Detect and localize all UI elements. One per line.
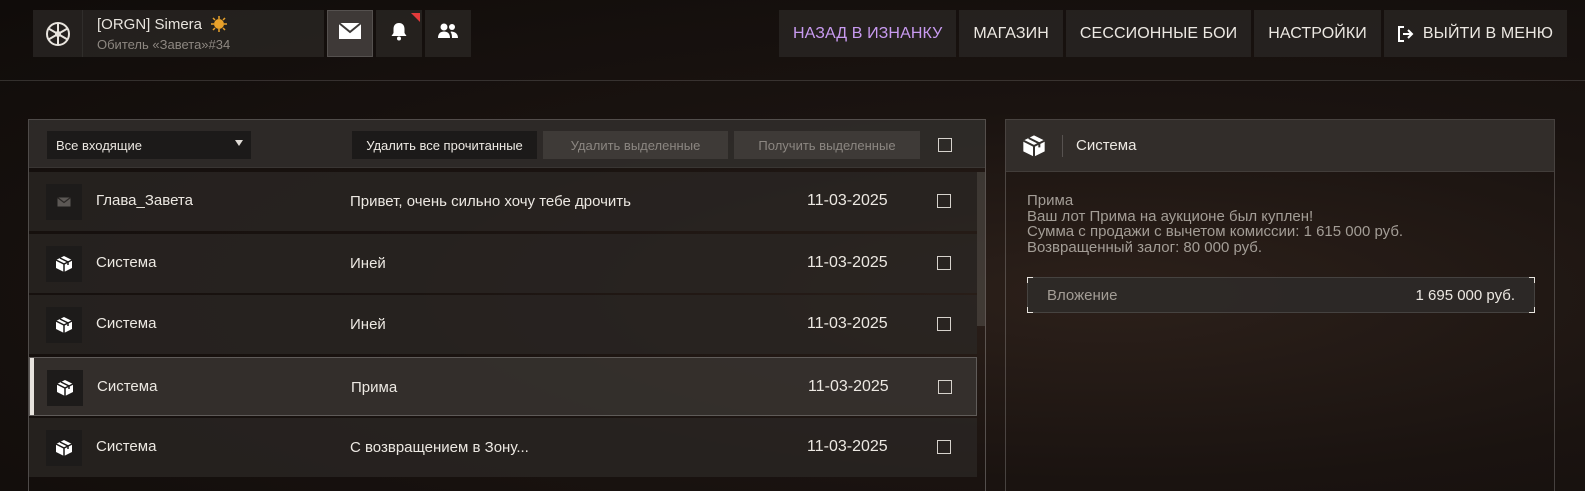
mail-subject: Привет, очень сильно хочу тебе дрочить <box>350 193 631 210</box>
mail-icon <box>338 22 362 45</box>
box-icon <box>47 369 83 406</box>
notifications-button[interactable] <box>376 10 422 57</box>
mail-filter-value: Все входящие <box>56 137 143 153</box>
chevron-down-icon <box>235 140 243 146</box>
mail-row-selected[interactable]: Система Прима 11-03-2025 <box>29 356 977 416</box>
notification-indicator <box>411 13 420 22</box>
exit-to-menu-button[interactable]: ВЫЙТИ В МЕНЮ <box>1383 10 1567 57</box>
mail-date: 11-03-2025 <box>808 377 889 395</box>
mail-sender: Система <box>96 315 157 332</box>
delete-read-button[interactable]: Удалить все прочитанные <box>352 131 537 159</box>
header-separator <box>1062 134 1063 157</box>
attachment-label: Вложение <box>1047 286 1118 304</box>
mail-subject: С возвращением в Зону... <box>350 439 529 456</box>
settings-button[interactable]: НАСТРОЙКИ <box>1254 10 1381 57</box>
mail-date: 11-03-2025 <box>807 315 888 332</box>
attachment-value: 1 695 000 руб. <box>1415 286 1516 304</box>
corner-mark <box>1027 277 1033 283</box>
profile-card[interactable]: [ORGN] Simera Обитель «Завета»#34 <box>33 10 324 57</box>
message-body: Прима Ваш лот Прима на аукционе был купл… <box>1006 172 1554 255</box>
mail-row-checkbox[interactable] <box>938 379 952 394</box>
exit-icon <box>1397 25 1414 42</box>
mail-row[interactable]: Глава_Завета Привет, очень сильно хочу т… <box>29 172 977 231</box>
corner-mark <box>1529 307 1535 313</box>
mail-sender: Система <box>96 438 157 455</box>
message-sender: Система <box>1076 137 1137 154</box>
mail-rows: Глава_Завета Привет, очень сильно хочу т… <box>29 172 977 480</box>
box-icon <box>46 245 82 282</box>
friends-button[interactable] <box>425 10 471 57</box>
main-nav: НАЗАД В ИЗНАНКУ МАГАЗИН СЕССИОННЫЕ БОИ Н… <box>778 10 1567 57</box>
exit-to-menu-label: ВЫЙТИ В МЕНЮ <box>1422 24 1553 42</box>
shop-button[interactable]: МАГАЗИН <box>959 10 1063 57</box>
message-line: Прима <box>1027 192 1074 209</box>
delete-selected-button[interactable]: Удалить выделенные <box>543 131 728 159</box>
mail-subject: Иней <box>350 316 386 333</box>
receive-selected-button[interactable]: Получить выделенные <box>734 131 920 159</box>
mail-sender: Система <box>97 377 158 395</box>
mail-row[interactable]: Система Иней 11-03-2025 <box>29 295 977 354</box>
mail-date: 11-03-2025 <box>807 192 888 209</box>
mail-filter-select[interactable]: Все входящие <box>47 131 251 159</box>
mail-date: 11-03-2025 <box>807 438 888 455</box>
clan-logo-icon <box>33 10 83 57</box>
message-header: Система <box>1006 120 1554 172</box>
attachment-box[interactable]: Вложение 1 695 000 руб. <box>1027 277 1535 313</box>
mail-toolbar: Все входящие Удалить все прочитанные Уда… <box>29 120 985 168</box>
mail-date: 11-03-2025 <box>807 253 888 271</box>
message-line: Ваш лот Прима на аукционе был куплен! <box>1027 207 1314 225</box>
mail-subject: Прима <box>351 378 398 396</box>
mail-row[interactable]: Система С возвращением в Зону... 11-03-2… <box>29 418 977 477</box>
mail-sender: Система <box>96 253 157 271</box>
message-detail-panel: Система Прима Ваш лот Прима на аукционе … <box>1005 119 1555 491</box>
message-line: Возвращенный залог: 80 000 руб. <box>1027 238 1263 256</box>
envelope-icon <box>46 184 82 220</box>
mail-row[interactable]: Система Иней 11-03-2025 <box>29 233 977 293</box>
mail-row-checkbox[interactable] <box>937 317 951 331</box>
mail-button[interactable] <box>327 10 373 57</box>
player-name: [ORGN] Simera <box>97 15 203 33</box>
mail-subject: Иней <box>350 254 386 272</box>
corner-mark <box>1027 307 1033 313</box>
header-divider <box>0 80 1585 81</box>
rank-badge-icon <box>210 15 228 33</box>
bell-icon <box>389 21 409 46</box>
box-icon <box>46 430 82 466</box>
mail-row-checkbox[interactable] <box>937 255 951 270</box>
mail-sender: Глава_Завета <box>96 192 193 209</box>
mail-list-scrollbar[interactable] <box>977 172 985 326</box>
corner-mark <box>1529 277 1535 283</box>
session-battles-button[interactable]: СЕССИОННЫЕ БОИ <box>1065 10 1252 57</box>
mail-list-panel: Все входящие Удалить все прочитанные Уда… <box>28 119 986 491</box>
box-icon <box>1006 120 1062 172</box>
mail-row-checkbox[interactable] <box>937 440 951 454</box>
message-line: Сумма с продажи с вычетом комиссии: 1 61… <box>1027 223 1404 240</box>
select-all-checkbox[interactable] <box>938 138 952 152</box>
mail-row-checkbox[interactable] <box>937 194 951 208</box>
friends-icon <box>437 22 459 45</box>
box-icon <box>46 307 82 343</box>
back-to-underside-button[interactable]: НАЗАД В ИЗНАНКУ <box>778 10 957 57</box>
player-clan: Обитель «Завета»#34 <box>97 37 231 52</box>
